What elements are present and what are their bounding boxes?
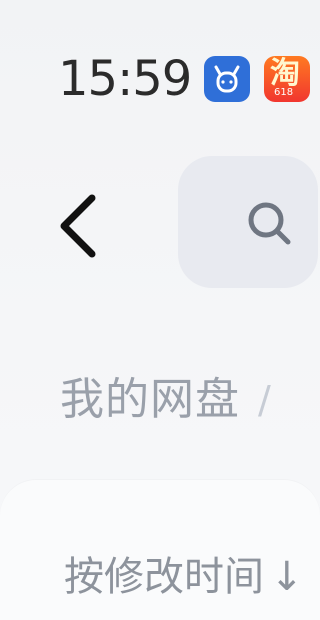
status-time: 15:59 — [58, 51, 192, 107]
bull-app-icon — [204, 56, 250, 102]
breadcrumb-separator: / — [258, 378, 271, 422]
sort-label: 按修改时间 — [64, 554, 264, 600]
breadcrumb: 我的网盘 / — [60, 368, 271, 432]
sort-button[interactable]: 按修改时间 ↓ — [64, 548, 304, 606]
taobao-app-icon: 淘 618 — [264, 56, 310, 102]
status-bar: 15:59 淘 618 — [0, 0, 310, 120]
search-icon[interactable] — [242, 196, 296, 250]
sort-arrow-icon: ↓ — [270, 554, 304, 600]
taobao-app-glyph: 淘 — [270, 56, 300, 91]
breadcrumb-root[interactable]: 我的网盘 — [60, 372, 240, 428]
chevron-left-icon — [60, 194, 96, 258]
back-button[interactable] — [44, 176, 108, 272]
taobao-app-caption: 618 — [274, 87, 294, 98]
